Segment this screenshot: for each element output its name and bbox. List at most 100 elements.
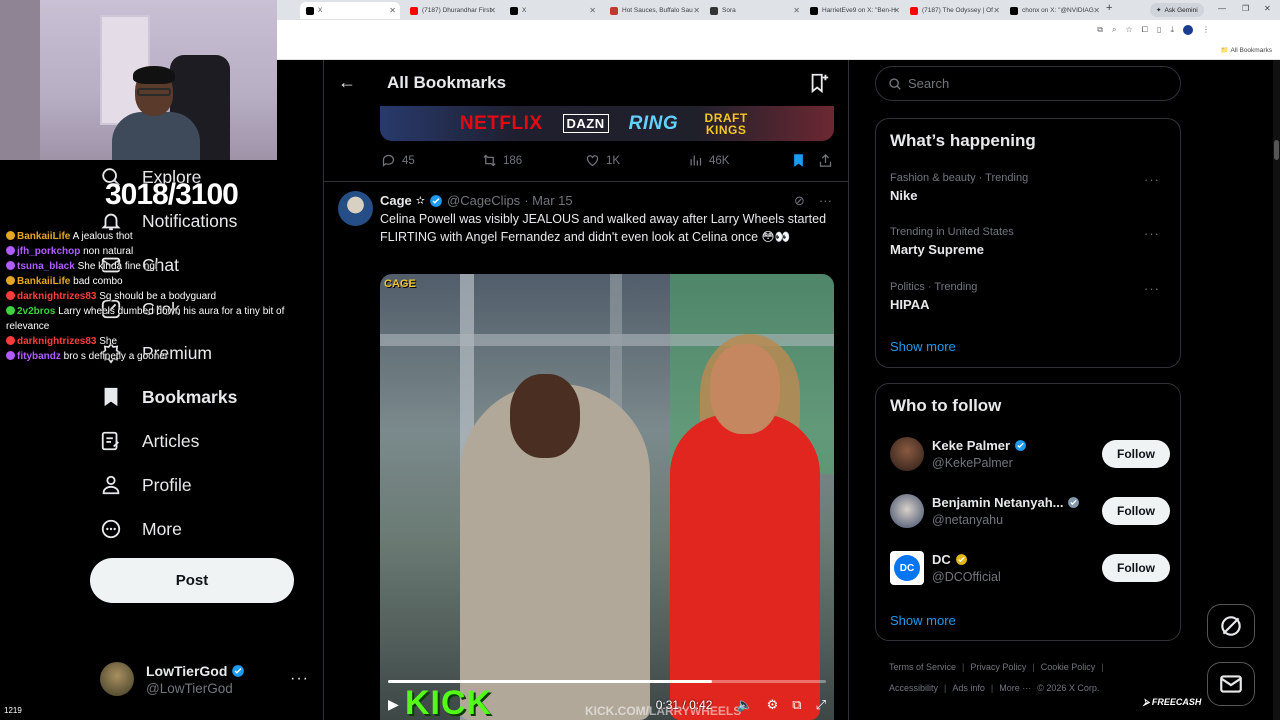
nav-articles[interactable]: Articles	[100, 430, 199, 452]
repost-button[interactable]: 186	[482, 153, 522, 168]
settings-icon[interactable]: ⚙	[767, 697, 779, 713]
browser-tab[interactable]: (7187) The Odyssey | Of ✕	[904, 2, 1004, 19]
privacy-link[interactable]: Privacy Policy	[970, 662, 1026, 672]
chat-text: bad combo	[73, 276, 123, 287]
close-icon[interactable]: ✕	[993, 6, 1000, 15]
browser-tab[interactable]: (7187) Dhurandhar First ✕	[404, 2, 500, 19]
youtube-favicon-icon	[410, 6, 418, 15]
share-icon	[819, 153, 832, 167]
views-button[interactable]: 46K	[688, 153, 729, 168]
avatar[interactable]	[338, 191, 373, 226]
show-more-link[interactable]: Show more	[890, 339, 956, 354]
tweet-author-name[interactable]: Cage	[380, 193, 412, 208]
chat-badge-icon	[6, 291, 15, 300]
chat-username: tsuna_black	[17, 261, 75, 272]
more-icon[interactable]: ···	[819, 193, 832, 209]
search-input[interactable]	[908, 76, 1158, 91]
play-icon[interactable]: ▶	[388, 696, 399, 713]
fullscreen-icon[interactable]: ⤢	[816, 697, 826, 713]
cookie-link[interactable]: Cookie Policy	[1041, 662, 1096, 672]
all-bookmarks-link[interactable]: 📁 All Bookmarks	[1221, 46, 1272, 54]
chat-text: Sg should be a bodyguard	[99, 291, 217, 302]
trend-item[interactable]: Politics · Trending HIPAA ···	[890, 281, 1170, 312]
messages-fab-button[interactable]	[1207, 662, 1255, 706]
tweet-author-handle[interactable]: @CageClips	[447, 193, 520, 208]
browser-tab[interactable]: X ✕	[300, 2, 400, 19]
ads-info-link[interactable]: Ads info	[952, 683, 985, 693]
goal-counter: 3018/3100	[105, 178, 239, 211]
more-link[interactable]: More ···	[999, 683, 1031, 693]
whats-happening-panel: What’s happening Fashion & beauty · Tren…	[875, 118, 1181, 368]
video-progress-bar[interactable]	[388, 680, 826, 683]
sponsor-banner-image[interactable]: NETFLIX DAZN RING DRAFT KINGS	[380, 106, 834, 141]
profile-avatar[interactable]	[1183, 25, 1193, 35]
close-icon[interactable]: ✕	[893, 6, 900, 15]
window-close-button[interactable]: ✕	[1264, 4, 1271, 13]
download-icon[interactable]: ⤓	[1170, 25, 1174, 35]
volume-icon[interactable]: 🔈	[736, 697, 752, 713]
nav-profile[interactable]: Profile	[100, 474, 192, 496]
browser-tab[interactable]: HarrietEve9 on X: "Ben-H ✕	[804, 2, 904, 19]
search-box[interactable]	[875, 66, 1181, 101]
browser-tab[interactable]: chonx on X: "@NVIDIAG ✕	[1004, 2, 1104, 19]
close-icon[interactable]: ✕	[793, 6, 800, 15]
like-button[interactable]: 1K	[585, 153, 620, 168]
follow-button[interactable]: Follow	[1102, 440, 1170, 468]
more-icon[interactable]: ···	[1144, 226, 1160, 241]
follow-suggestion[interactable]: Keke Palmer @KekePalmer Follow	[890, 434, 1170, 474]
new-tab-button[interactable]: +	[1106, 2, 1112, 14]
follow-suggestion[interactable]: DC DC @DCOfficial Follow	[890, 548, 1170, 588]
reply-button[interactable]: 45	[381, 153, 415, 168]
close-icon[interactable]: ✕	[1093, 6, 1100, 15]
sidebar-icon[interactable]: ▯	[1157, 25, 1161, 35]
extensions-icon[interactable]: ⧠	[1142, 25, 1148, 35]
account-more-icon[interactable]: ···	[290, 670, 309, 688]
terms-link[interactable]: Terms of Service	[889, 662, 956, 672]
views-chart-icon	[690, 155, 702, 166]
verified-badge-icon	[955, 554, 967, 565]
popout-icon[interactable]: ⧉	[792, 697, 801, 713]
bookmark-button[interactable]	[791, 153, 806, 168]
tweet-date[interactable]: · Mar 15	[524, 193, 572, 208]
close-icon[interactable]: ✕	[589, 6, 596, 15]
follow-suggestion[interactable]: Benjamin Netanyah... @netanyahu Follow	[890, 491, 1170, 531]
share-button[interactable]	[818, 153, 833, 168]
minimize-button[interactable]: —	[1218, 4, 1226, 13]
maximize-button[interactable]: ❐	[1242, 4, 1249, 13]
chat-text: bro s definetly a gooner	[63, 351, 169, 362]
menu-icon[interactable]: ⋮	[1202, 25, 1210, 35]
more-icon[interactable]: ···	[1144, 172, 1160, 187]
trend-item[interactable]: Fashion & beauty · Trending Nike ···	[890, 172, 1170, 203]
video-player[interactable]: CAGE KICK KICK.COM/LARRYWHEELS ▶ 0:31 / …	[380, 274, 834, 720]
show-more-link[interactable]: Show more	[890, 613, 956, 628]
trend-item[interactable]: Trending in United States Marty Supreme …	[890, 226, 1170, 257]
star-icon: ✫	[415, 195, 426, 207]
cage-logo: CAGE	[384, 278, 416, 290]
nav-more[interactable]: More	[100, 518, 182, 540]
zoom-icon[interactable]: ⌕	[1112, 25, 1116, 35]
star-icon[interactable]: ☆	[1125, 25, 1132, 35]
follow-button[interactable]: Follow	[1102, 497, 1170, 525]
ask-gemini-button[interactable]: ✦ Ask Gemini	[1150, 3, 1204, 17]
post-button[interactable]: Post	[90, 558, 294, 603]
browser-tab[interactable]: Hot Sauces, Buffalo Sau ✕	[604, 2, 704, 19]
bookmark-folder-icon[interactable]	[808, 72, 830, 99]
close-icon[interactable]: ✕	[693, 6, 700, 15]
more-icon[interactable]: ···	[1144, 281, 1160, 296]
browser-tab[interactable]: X ✕	[504, 2, 600, 19]
close-icon[interactable]: ✕	[389, 6, 396, 15]
accessibility-link[interactable]: Accessibility	[889, 683, 938, 693]
scrollbar[interactable]	[1273, 60, 1280, 720]
follow-button[interactable]: Follow	[1102, 554, 1170, 582]
scrollbar-thumb[interactable]	[1274, 140, 1279, 160]
chat-message: fitybandz bro s definetly a gooner	[6, 349, 321, 364]
nav-bookmarks[interactable]: Bookmarks	[100, 386, 237, 408]
close-icon[interactable]: ✕	[489, 6, 496, 15]
chat-text: A jealous thot	[72, 231, 133, 242]
grok-fab-button[interactable]	[1207, 604, 1255, 648]
back-arrow-icon[interactable]: ←	[338, 72, 356, 93]
account-switcher[interactable]: LowTierGod @LowTierGod	[100, 662, 245, 696]
grok-icon[interactable]: ⊘	[794, 193, 805, 209]
install-icon[interactable]: ⧉	[1097, 25, 1103, 35]
browser-tab[interactable]: Sora ✕	[704, 2, 804, 19]
